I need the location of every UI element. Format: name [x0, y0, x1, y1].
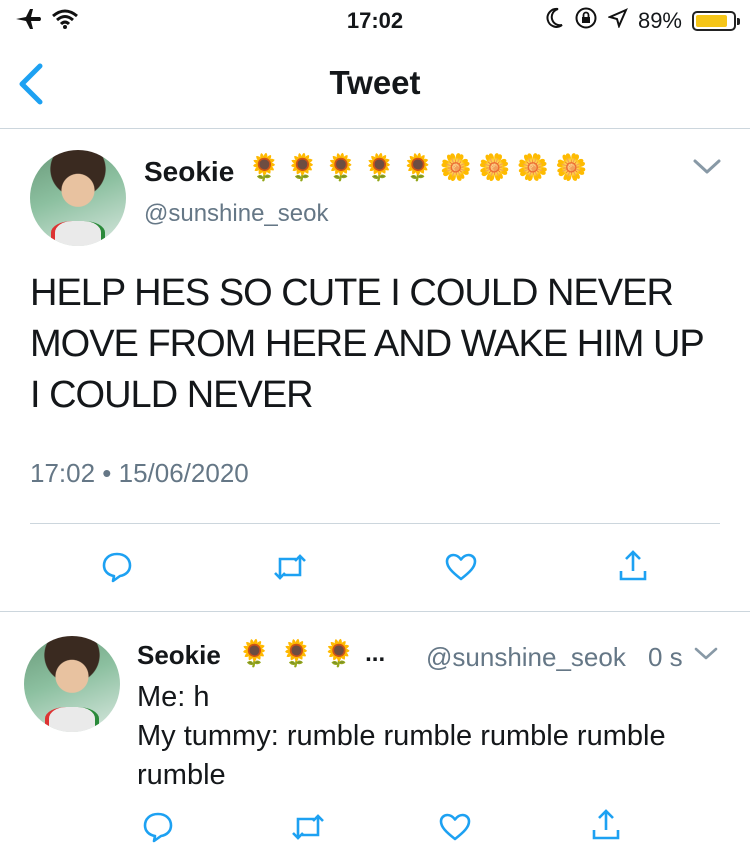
share-icon: [617, 550, 649, 587]
sunflower-icon: 🌻: [322, 638, 356, 668]
name-emoji-row: 🌻 🌻 🌻 🌻 🌻 🌼 🌼 🌼 🌼: [248, 154, 587, 180]
reply-like-button[interactable]: [438, 812, 472, 847]
blossom-icon: 🌼: [439, 152, 473, 182]
avatar[interactable]: [30, 150, 126, 246]
tweet-divider: [0, 611, 750, 612]
share-icon: [590, 809, 622, 846]
share-button[interactable]: [617, 549, 649, 588]
sunflower-icon: 🌻: [286, 152, 319, 182]
header-divider: [0, 128, 750, 129]
reply-retweet-button[interactable]: [290, 812, 326, 847]
heart-icon: [444, 553, 478, 586]
heart-icon: [438, 813, 472, 846]
status-right: 89%: [546, 6, 740, 36]
author-name[interactable]: Seokie: [144, 156, 234, 188]
chevron-down-icon: [692, 159, 722, 180]
tweet-timestamp: 17:02 • 15/06/2020: [30, 458, 249, 488]
sunflower-icon: 🌻: [363, 152, 396, 182]
reply-age: 0 s: [648, 642, 683, 672]
chevron-down-icon: [694, 647, 718, 666]
sunflower-icon: 🌻: [324, 152, 358, 182]
actions-divider: [30, 523, 720, 524]
name-ellipsis: ...: [365, 640, 386, 667]
reply-name-emoji-row: 🌻 🌻 🌻 ...: [238, 640, 385, 668]
retweet-button[interactable]: [272, 552, 308, 587]
reply-button[interactable]: [100, 550, 134, 589]
blossom-icon: 🌼: [555, 152, 588, 182]
sunflower-icon: 🌻: [401, 152, 434, 182]
retweet-icon: [272, 554, 308, 586]
blossom-icon: 🌼: [516, 152, 549, 182]
like-button[interactable]: [444, 552, 478, 587]
reply-reply-button[interactable]: [141, 810, 175, 849]
reply-share-button[interactable]: [590, 808, 622, 847]
reply-more-options-button[interactable]: [694, 646, 718, 667]
sunflower-icon: 🌻: [238, 638, 271, 668]
moon-icon: [546, 7, 564, 35]
page-title: Tweet: [329, 64, 421, 101]
reply-text: Me: h My tummy: rumble rumble rumble rum…: [137, 678, 717, 795]
blossom-icon: 🌼: [478, 152, 511, 182]
author-handle[interactable]: @sunshine_seok: [144, 200, 328, 228]
reply-author-name[interactable]: Seokie: [137, 640, 221, 671]
sunflower-icon: 🌻: [248, 152, 281, 182]
reply-handle[interactable]: @sunshine_seok: [426, 642, 626, 673]
reply-avatar[interactable]: [24, 636, 120, 732]
location-icon: [607, 8, 628, 34]
retweet-icon: [290, 814, 326, 846]
tweet-text: HELP HES SO CUTE I COULD NEVER MOVE FROM…: [30, 272, 704, 416]
reply-line-1: Me: h: [137, 681, 210, 713]
battery-percent: 89%: [637, 8, 682, 33]
more-options-button[interactable]: [692, 158, 722, 181]
reply-icon: [141, 812, 175, 848]
reply-icon: [100, 552, 134, 588]
reply-line-2: My tummy: rumble rumble rumble rumble ru…: [137, 720, 666, 791]
rotation-lock-icon: [574, 6, 598, 36]
sunflower-icon: 🌻: [280, 638, 313, 668]
battery-icon: [692, 11, 740, 31]
